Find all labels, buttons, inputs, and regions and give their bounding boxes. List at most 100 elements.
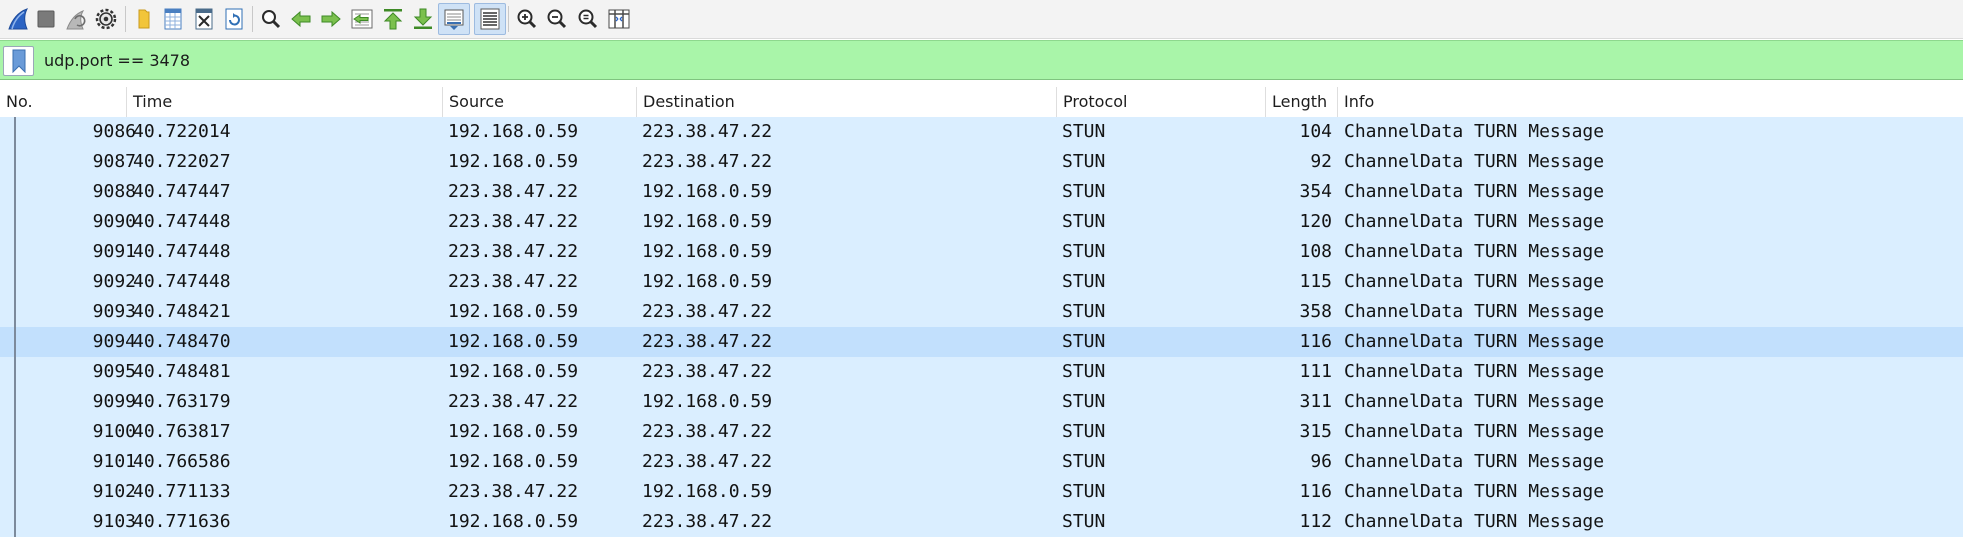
packet-number: 9091 [92,241,136,262]
packet-row[interactable]: 9099 40.763179 223.38.47.22 192.168.0.59… [0,387,1963,417]
packet-time: 40.747448 [133,271,231,292]
packet-info: ChannelData TURN Message [1344,271,1605,292]
packet-source: 192.168.0.59 [448,451,579,472]
capture-options-button[interactable] [90,3,122,35]
stop-square-icon [37,10,55,28]
packet-row[interactable]: 9090 40.747448 223.38.47.22 192.168.0.59… [0,207,1963,237]
packet-protocol: STUN [1062,151,1106,172]
column-header-length[interactable]: Length [1266,87,1338,117]
colorize-button[interactable] [474,3,506,35]
packet-destination: 223.38.47.22 [642,331,773,352]
packet-time: 40.722027 [133,151,231,172]
packet-destination: 223.38.47.22 [642,121,773,142]
packet-time: 40.747447 [133,181,231,202]
packet-time: 40.748470 [133,331,231,352]
arrow-down-bar-icon [413,8,433,29]
first-packet-button[interactable] [377,3,409,35]
packet-info: ChannelData TURN Message [1344,181,1605,202]
packet-number: 9086 [92,121,136,142]
packet-row[interactable]: 9093 40.748421 192.168.0.59 223.38.47.22… [0,297,1963,327]
packet-protocol: STUN [1062,301,1106,322]
packet-source: 192.168.0.59 [448,121,579,142]
zoom-in-button[interactable] [511,3,543,35]
packet-info: ChannelData TURN Message [1344,151,1605,172]
packet-length: 111 [1299,361,1332,382]
packet-source: 223.38.47.22 [448,271,579,292]
packet-row[interactable]: 9100 40.763817 192.168.0.59 223.38.47.22… [0,417,1963,447]
packet-source: 223.38.47.22 [448,211,579,232]
packet-info: ChannelData TURN Message [1344,421,1605,442]
column-header-source[interactable]: Source [443,87,637,117]
zoom-out-button[interactable] [541,3,573,35]
packet-length: 116 [1299,481,1332,502]
go-back-button[interactable] [285,3,317,35]
packet-destination: 192.168.0.59 [642,211,773,232]
go-forward-button[interactable] [315,3,347,35]
packet-number: 9095 [92,361,136,382]
packet-protocol: STUN [1062,361,1106,382]
packet-time: 40.748481 [133,361,231,382]
close-file-button[interactable] [188,3,220,35]
column-header-protocol[interactable]: Protocol [1057,87,1266,117]
packet-source: 192.168.0.59 [448,511,579,532]
main-toolbar [0,0,1963,39]
restart-fin-icon [66,10,86,30]
packet-time: 40.763817 [133,421,231,442]
close-file-icon [195,8,213,30]
column-header-time[interactable]: Time [127,87,443,117]
packet-source: 192.168.0.59 [448,331,579,352]
normal-size-button[interactable] [572,3,604,35]
column-header-info[interactable]: Info [1338,87,1963,117]
go-to-packet-button[interactable] [346,3,378,35]
reload-file-button[interactable] [218,3,250,35]
open-file-button[interactable] [128,3,160,35]
packet-protocol: STUN [1062,271,1106,292]
packet-row[interactable]: 9094 40.748470 192.168.0.59 223.38.47.22… [0,327,1963,357]
packet-row[interactable]: 9092 40.747448 223.38.47.22 192.168.0.59… [0,267,1963,297]
packet-number: 9099 [92,391,136,412]
packet-row[interactable]: 9086 40.722014 192.168.0.59 223.38.47.22… [0,117,1963,147]
packet-info: ChannelData TURN Message [1344,361,1605,382]
packet-row[interactable]: 9087 40.722027 192.168.0.59 223.38.47.22… [0,147,1963,177]
packet-source: 192.168.0.59 [448,151,579,172]
packet-source: 223.38.47.22 [448,481,579,502]
save-file-button[interactable] [157,3,189,35]
column-header-no[interactable]: No. [0,87,127,117]
last-packet-button[interactable] [407,3,439,35]
autoscroll-button[interactable] [438,3,470,35]
packet-row[interactable]: 9095 40.748481 192.168.0.59 223.38.47.22… [0,357,1963,387]
restart-capture-button[interactable] [60,3,92,35]
filter-bookmark-button[interactable] [3,46,34,76]
packet-number: 9100 [92,421,136,442]
packet-time: 40.771636 [133,511,231,532]
autoscroll-icon [444,9,464,30]
display-filter-input[interactable]: udp.port == 3478 [36,46,1963,76]
find-packet-button[interactable] [255,3,287,35]
toolbar-separator [252,6,253,32]
packet-source: 192.168.0.59 [448,361,579,382]
packet-info: ChannelData TURN Message [1344,391,1605,412]
packet-protocol: STUN [1062,421,1106,442]
packet-time: 40.747448 [133,241,231,262]
reload-icon [225,8,243,30]
packet-row[interactable]: 9102 40.771133 223.38.47.22 192.168.0.59… [0,477,1963,507]
resize-columns-button[interactable] [603,3,635,35]
packet-length: 354 [1299,181,1332,202]
stop-capture-button[interactable] [30,3,62,35]
column-header-destination[interactable]: Destination [637,87,1057,117]
packet-protocol: STUN [1062,241,1106,262]
packet-info: ChannelData TURN Message [1344,211,1605,232]
packet-row[interactable]: 9103 40.771636 192.168.0.59 223.38.47.22… [0,507,1963,537]
packet-row[interactable]: 9101 40.766586 192.168.0.59 223.38.47.22… [0,447,1963,477]
packet-destination: 223.38.47.22 [642,511,773,532]
packet-list-header: No. Time Source Destination Protocol Len… [0,87,1963,118]
conversation-bracket [14,117,16,537]
packet-info: ChannelData TURN Message [1344,301,1605,322]
packet-row[interactable]: 9088 40.747447 223.38.47.22 192.168.0.59… [0,177,1963,207]
packet-row[interactable]: 9091 40.747448 223.38.47.22 192.168.0.59… [0,237,1963,267]
packet-protocol: STUN [1062,211,1106,232]
gear-icon [95,8,117,30]
packet-source: 223.38.47.22 [448,391,579,412]
packet-length: 108 [1299,241,1332,262]
packet-source: 223.38.47.22 [448,181,579,202]
